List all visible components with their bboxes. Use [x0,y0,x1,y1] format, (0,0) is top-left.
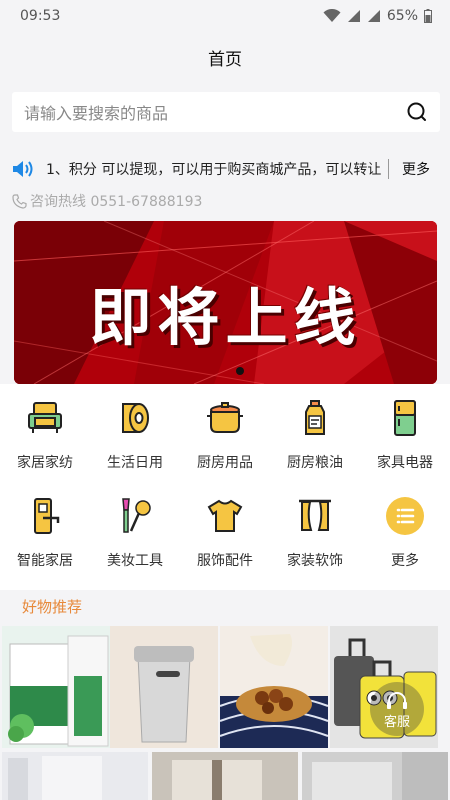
product-tile[interactable] [2,626,110,748]
category-label: 家装软饰 [287,553,343,569]
oil-bottle-icon [293,396,337,440]
phone-icon [12,193,27,209]
hotline[interactable]: 咨询热线 0551-67888193 [12,190,202,212]
hotline-text: 咨询热线 0551-67888193 [30,194,203,210]
search-icon[interactable] [406,101,428,123]
status-time: 09:53 [20,8,61,24]
headset-icon [387,692,407,709]
status-indicators: 65% [323,8,432,24]
category-item-appliances[interactable]: 家具电器 [360,384,450,484]
section-title-recommend: 好物推荐 [22,598,83,616]
battery-icon [424,9,432,23]
signal-icon-2 [367,10,380,22]
curtain-icon [293,494,337,538]
search-bar[interactable]: 请输入要搜索的商品 [12,92,440,132]
notice-bar[interactable]: 1、积分 可以提现，可以用于购买商城产品，可以转让 更多 [0,148,450,190]
smart-lock-icon [23,494,67,538]
signal-icon [347,10,360,22]
category-grid: 家居家纺 生活日用 厨房用品 厨房粮油 家具电器 智能家居 美妆工具 服饰配件 … [0,384,450,590]
category-item-soft-decor[interactable]: 家装软饰 [270,482,360,582]
notice-divider [388,159,389,179]
more-menu-icon [383,494,427,538]
makeup-brush-icon [113,494,157,538]
product-tile[interactable] [152,752,298,800]
product-tile[interactable] [110,626,218,748]
banner-pager-dot[interactable] [236,367,244,375]
tshirt-icon [203,494,247,538]
notice-more-link[interactable]: 更多 [402,159,430,179]
battery-percent: 65% [386,8,418,24]
sofa-icon [23,396,67,440]
category-item-apparel[interactable]: 服饰配件 [180,482,270,582]
cooking-pot-icon [203,396,247,440]
category-item-makeup-tools[interactable]: 美妆工具 [90,482,180,582]
promo-banner[interactable]: 即将上线 [14,221,437,384]
category-item-smart-home[interactable]: 智能家居 [0,482,90,582]
product-tile[interactable] [2,752,148,800]
category-label: 家具电器 [377,455,433,471]
page-title: 首页 [208,49,242,70]
category-label: 生活日用 [107,455,163,471]
category-label: 更多 [391,553,419,569]
category-label: 服饰配件 [197,553,253,569]
product-tile[interactable] [220,626,328,748]
product-tile[interactable] [302,752,448,800]
category-item-grain-oil[interactable]: 厨房粮油 [270,384,360,484]
category-label: 厨房粮油 [287,455,343,471]
category-label: 美妆工具 [107,553,163,569]
category-item-kitchenware[interactable]: 厨房用品 [180,384,270,484]
category-item-more[interactable]: 更多 [360,482,450,582]
tissue-roll-icon [113,396,157,440]
category-label: 厨房用品 [197,455,253,471]
search-input[interactable]: 请输入要搜索的商品 [24,100,168,124]
category-label: 家居家纺 [17,455,73,471]
notice-text[interactable]: 1、积分 可以提现，可以用于购买商城产品，可以转让 [46,159,382,179]
customer-service-label: 客服 [383,715,410,730]
wifi-icon [323,9,341,22]
customer-service-button[interactable]: 客服 [370,682,424,736]
speaker-icon [13,161,33,177]
banner-title: 即将上线 [89,281,362,354]
category-label: 智能家居 [17,553,73,569]
category-item-home-textiles[interactable]: 家居家纺 [0,384,90,484]
refrigerator-icon [383,396,427,440]
page-title-bar: 首页 [0,32,450,82]
category-item-daily-use[interactable]: 生活日用 [90,384,180,484]
status-bar: 09:53 65% [0,0,450,32]
